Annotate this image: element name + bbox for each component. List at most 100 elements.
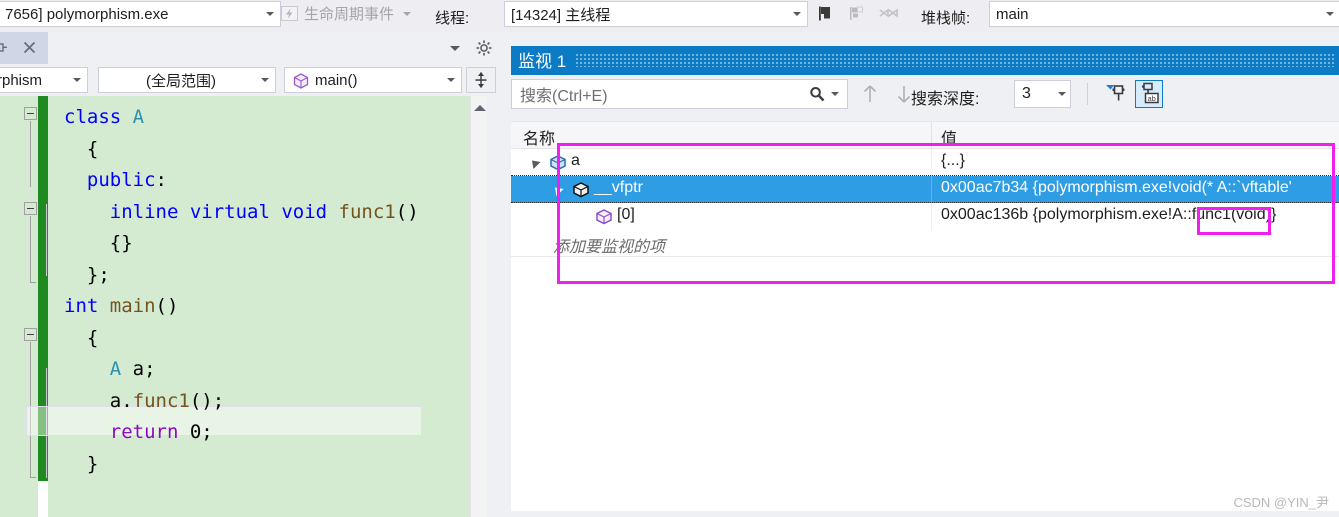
code-token: func1 [338, 200, 396, 223]
close-icon[interactable] [21, 39, 40, 58]
debug-toolbar: 7656] polymorphism.exe 生命周期事件 线程: [14324… [0, 0, 1339, 32]
code-editor[interactable]: class A { public: inline virtual void fu… [0, 96, 500, 517]
watch-row-name: a [571, 152, 580, 169]
editor-navigation-bar: rphism (全局范围) main() [0, 64, 500, 96]
fold-end [30, 477, 36, 478]
threads-icon[interactable] [878, 4, 898, 23]
lifecycle-events-label: 生命周期事件 [304, 6, 395, 23]
stack-frame-label: 堆栈帧: [921, 10, 971, 27]
flag-icon[interactable] [816, 4, 835, 23]
search-icon[interactable] [808, 85, 827, 104]
chevron-down-icon[interactable] [827, 80, 843, 108]
chevron-down-icon[interactable] [257, 68, 273, 92]
code-line: } [48, 449, 470, 481]
search-depth-value: 3 [1022, 85, 1031, 102]
split-window-button[interactable] [466, 67, 496, 93]
search-nav-group [861, 83, 913, 105]
arrow-up-icon[interactable] [861, 83, 879, 105]
code-token: a. [109, 389, 133, 412]
thread-label: 线程: [435, 10, 470, 27]
expander-triangle-icon[interactable] [551, 183, 566, 197]
navbar-scope-value: (全局范围) [146, 72, 216, 90]
code-line: public: [48, 165, 470, 197]
chevron-down-icon[interactable] [1322, 2, 1338, 26]
editor-tab-active[interactable] [0, 32, 48, 64]
fold-end [30, 282, 36, 283]
hex-display-icon[interactable]: ab [1135, 80, 1163, 108]
watch-tab-label: 监视 1 [518, 52, 567, 71]
editor-vertical-scrollbar[interactable] [470, 96, 487, 517]
code-line: A a; [48, 354, 470, 386]
column-header-value[interactable]: 值 [941, 125, 957, 149]
code-token: public [86, 169, 156, 191]
code-token: a; [121, 358, 156, 380]
cube-purple-icon [594, 207, 614, 232]
process-combo-value: 7656] polymorphism.exe [5, 5, 169, 23]
watch-row-value: {...} [941, 152, 966, 169]
watermark: CSDN @YIN_尹 [1233, 495, 1329, 510]
process-combo[interactable]: 7656] polymorphism.exe [0, 1, 281, 27]
flag-multiple-icon[interactable] [847, 4, 866, 23]
code-line: return 0; [48, 417, 470, 449]
chevron-down-icon[interactable] [399, 11, 415, 16]
column-header-name[interactable]: 名称 [523, 125, 555, 149]
table-row[interactable]: a {...} [511, 149, 1339, 176]
navbar-function-combo[interactable]: main() [284, 67, 462, 93]
fold-toggle-main[interactable] [24, 328, 37, 341]
fold-toggle-class-a[interactable] [24, 107, 37, 120]
search-depth-combo[interactable]: 3 [1014, 80, 1071, 108]
chevron-down-icon[interactable] [1054, 81, 1070, 107]
code-token: inline virtual void [109, 200, 339, 223]
code-line: {} [48, 228, 470, 260]
editor-pane: rphism (全局范围) main() class A {public: i… [0, 32, 500, 517]
column-divider[interactable] [931, 122, 932, 149]
thread-icon-group [816, 4, 898, 23]
gear-icon[interactable] [475, 39, 494, 58]
toolbar-separator [1087, 83, 1088, 105]
thread-combo-value: [14324] 主线程 [511, 6, 611, 24]
chevron-down-icon[interactable] [789, 2, 805, 26]
lifecycle-events-button[interactable]: 生命周期事件 [280, 3, 415, 24]
search-input[interactable]: 搜索(Ctrl+E) [511, 79, 848, 109]
code-token: main [109, 295, 156, 317]
table-row[interactable]: [0] 0x00ac136b {polymorphism.exe!A::func1… [511, 203, 1339, 230]
app-window: 7656] polymorphism.exe 生命周期事件 线程: [14324… [0, 0, 1339, 517]
navbar-file-combo[interactable]: rphism [0, 67, 88, 93]
fold-line [30, 121, 31, 187]
code-line: }; [48, 260, 470, 292]
stack-frame-value: main [996, 5, 1029, 23]
pin-icon[interactable] [0, 39, 11, 58]
tab-drag-dots [576, 54, 1335, 67]
fold-margin[interactable] [0, 96, 48, 517]
code-token: { [86, 326, 99, 349]
watch-tab-header[interactable]: 监视 1 [511, 46, 1339, 75]
code-line: { [48, 134, 470, 166]
editor-tabstrip-right [447, 32, 494, 64]
stack-frame-combo[interactable]: main [989, 1, 1339, 27]
pin-filter-icon[interactable] [1103, 81, 1129, 107]
chevron-down-icon[interactable] [262, 2, 278, 26]
add-watch-row[interactable]: 添加要监视的项 [511, 230, 1339, 257]
editor-right-gap [487, 96, 500, 517]
watch-row-name: [0] [617, 206, 635, 223]
code-token: class [64, 106, 133, 128]
watch-grid[interactable]: 名称 值 a {...} __vfptr 0x00ac7b34 {polymorphi… [511, 121, 1339, 511]
code-line: a.func1(); [48, 386, 470, 418]
chevron-down-icon[interactable] [69, 68, 85, 92]
table-row[interactable]: __vfptr 0x00ac7b34 {polymorphism.exe!void… [511, 176, 1339, 203]
code-token: } [86, 452, 99, 475]
indent-guide [46, 204, 47, 276]
navbar-file-value: rphism [0, 71, 43, 89]
search-depth-label: 搜索深度: [911, 91, 980, 108]
expander-triangle-icon[interactable] [528, 156, 543, 170]
scroll-up-icon[interactable] [471, 100, 488, 116]
row-divider [511, 256, 1339, 257]
chevron-down-icon[interactable] [443, 68, 459, 92]
code-text[interactable]: class A { public: inline virtual void fu… [48, 96, 470, 517]
code-token: 0; [189, 421, 213, 443]
code-token: : [155, 169, 167, 191]
thread-combo[interactable]: [14324] 主线程 [504, 1, 808, 27]
navbar-scope-combo[interactable]: (全局范围) [98, 67, 276, 93]
fold-toggle-func1[interactable] [24, 202, 37, 215]
chevron-down-icon[interactable] [447, 32, 463, 64]
